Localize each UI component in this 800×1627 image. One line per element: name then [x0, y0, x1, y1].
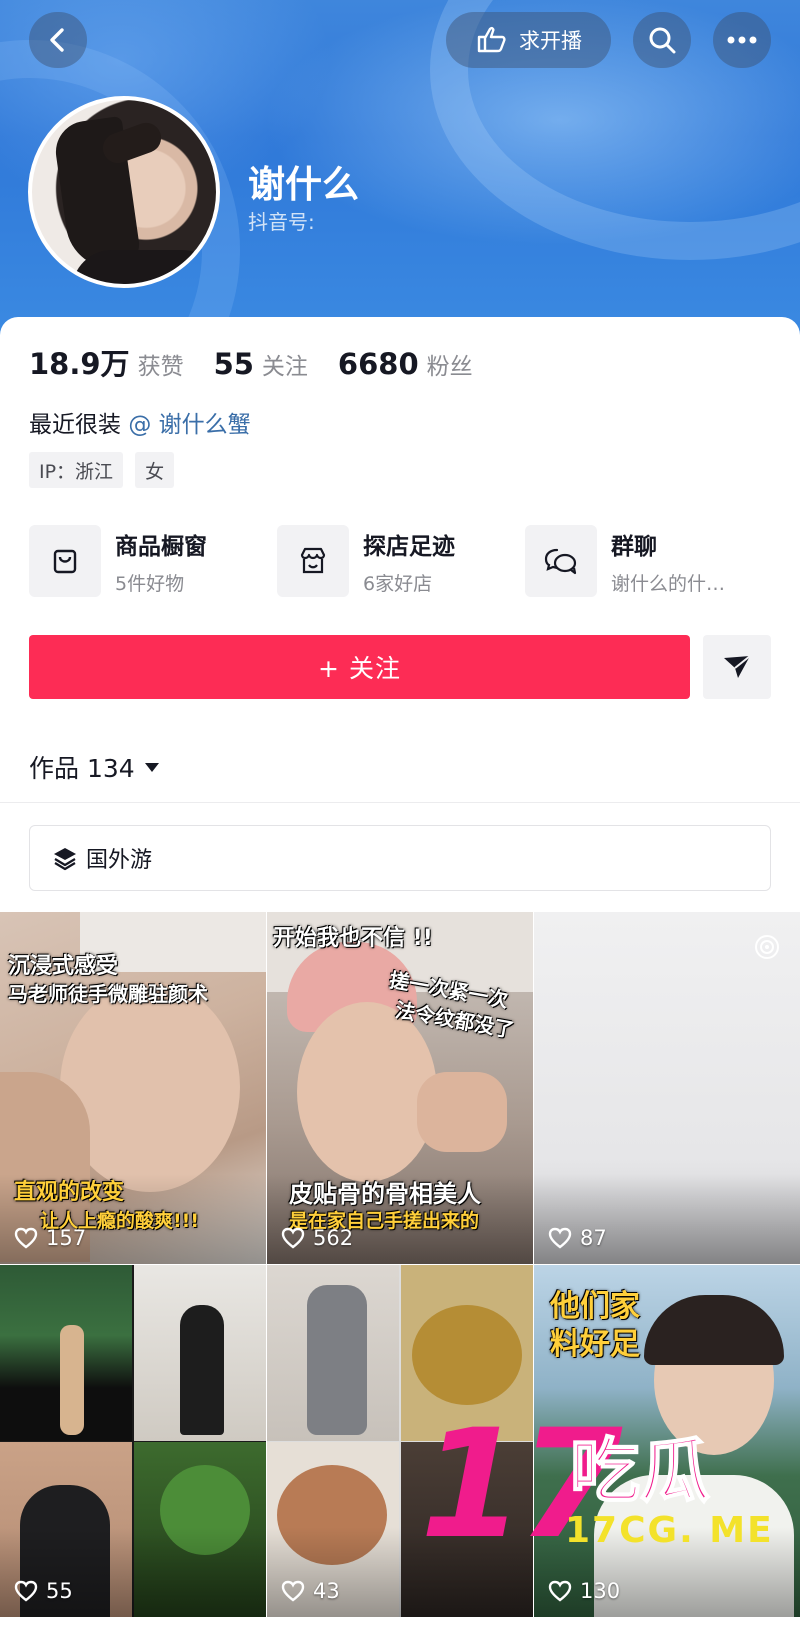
watermark-logo: 17 吃瓜 17CG. ME: [420, 1410, 780, 1570]
like-count: 130: [580, 1579, 621, 1603]
video-caption: 开始我也不信 !!: [273, 926, 433, 951]
video-caption: 马老师徒手微雕驻颜术: [8, 982, 208, 1006]
stats-row: 18.9万 获赞 55 关注 6680 粉丝: [29, 341, 503, 383]
following-count[interactable]: 55: [214, 347, 254, 381]
douyin-id[interactable]: 抖音号:: [248, 206, 315, 235]
request-live-button[interactable]: 求开播: [446, 12, 611, 68]
collection-chip[interactable]: 国外游: [29, 825, 771, 891]
profile-tags: IP：浙江 女: [29, 452, 175, 488]
video-thumbnail[interactable]: 沉浸式感受 马老师徒手微雕驻颜术 直观的改变 让人上瘾的酸爽!!! 157: [0, 912, 266, 1264]
service-shop-window[interactable]: 商品橱窗 5件好物: [29, 525, 207, 597]
likes-count[interactable]: 18.9万: [29, 341, 130, 383]
service-title: 商品橱窗: [115, 533, 207, 560]
like-count: 87: [580, 1226, 607, 1250]
works-tab-label: 作品 134: [29, 754, 135, 783]
more-icon: [727, 36, 757, 44]
collection-label: 国外游: [86, 848, 153, 873]
followers-label: 粉丝: [426, 354, 473, 380]
video-likes: 157: [14, 1226, 86, 1250]
video-likes: 130: [548, 1579, 620, 1603]
heart-icon: [14, 1580, 38, 1602]
service-store-visits[interactable]: 探店足迹 6家好店: [277, 525, 455, 597]
watermark-chinese: 吃瓜: [569, 1429, 711, 1513]
like-count: 55: [46, 1579, 73, 1603]
followers-count[interactable]: 6680: [338, 347, 419, 381]
service-subtitle: 谢什么的什…: [611, 572, 726, 595]
search-icon: [649, 27, 676, 54]
video-likes: 562: [281, 1226, 353, 1250]
message-button[interactable]: [703, 635, 771, 699]
video-caption: 料好足: [550, 1327, 640, 1362]
avatar[interactable]: [28, 96, 220, 288]
hand-pointer-icon: [477, 26, 506, 53]
chat-icon: [525, 525, 597, 597]
video-likes: 43: [281, 1579, 340, 1603]
profile-header: 求开播 谢什么 抖音号:: [0, 0, 800, 340]
divider: [0, 802, 800, 803]
video-likes: 87: [548, 1226, 607, 1250]
tab-works[interactable]: 作品 134: [29, 749, 161, 785]
watermark-url: 17CG. ME: [565, 1510, 774, 1551]
video-thumbnail[interactable]: 开始我也不信 !! 搓一次紧一次 法令纹都没了 皮贴骨的骨相美人 是在家自己手搓…: [267, 912, 533, 1264]
gender-tag: 女: [135, 452, 175, 488]
nickname: 谢什么: [248, 163, 359, 206]
search-button[interactable]: [633, 12, 691, 68]
store-icon: [277, 525, 349, 597]
video-likes: 55: [14, 1579, 73, 1603]
request-live-label: 求开播: [519, 29, 582, 53]
heart-icon: [281, 1580, 305, 1602]
live-photo-icon: [755, 935, 779, 959]
ip-location-tag: IP：浙江: [29, 452, 124, 488]
heart-icon: [281, 1227, 305, 1249]
service-title: 探店足迹: [363, 533, 455, 560]
video-caption: 皮贴骨的骨相美人: [289, 1180, 481, 1208]
following-label: 关注: [261, 354, 308, 380]
bio-text: 最近很装: [29, 412, 121, 438]
layers-icon: [54, 848, 76, 871]
shop-bag-icon: [29, 525, 101, 597]
service-subtitle: 6家好店: [363, 572, 433, 595]
likes-label: 获赞: [137, 354, 184, 380]
heart-icon: [14, 1227, 38, 1249]
video-caption: 直观的改变: [14, 1180, 125, 1205]
send-icon: [724, 655, 751, 678]
heart-icon: [548, 1227, 572, 1249]
like-count: 157: [46, 1226, 87, 1250]
more-button[interactable]: [713, 12, 771, 68]
service-subtitle: 5件好物: [115, 572, 185, 595]
like-count: 43: [313, 1579, 340, 1603]
video-caption: 沉浸式感受: [8, 954, 119, 979]
chevron-left-icon: [50, 28, 64, 52]
back-button[interactable]: [29, 12, 87, 68]
bio-mention-link[interactable]: @ 谢什么蟹: [128, 412, 250, 438]
like-count: 562: [313, 1226, 354, 1250]
bio: 最近很装 @ 谢什么蟹: [29, 405, 251, 439]
service-title: 群聊: [611, 533, 657, 560]
caret-down-icon: [144, 763, 159, 772]
follow-button[interactable]: + 关注: [29, 635, 690, 699]
video-thumbnail[interactable]: 55: [0, 1265, 266, 1617]
service-group-chat[interactable]: 群聊 谢什么的什…: [525, 525, 725, 597]
video-thumbnail[interactable]: 87: [534, 912, 800, 1264]
heart-icon: [548, 1580, 572, 1602]
